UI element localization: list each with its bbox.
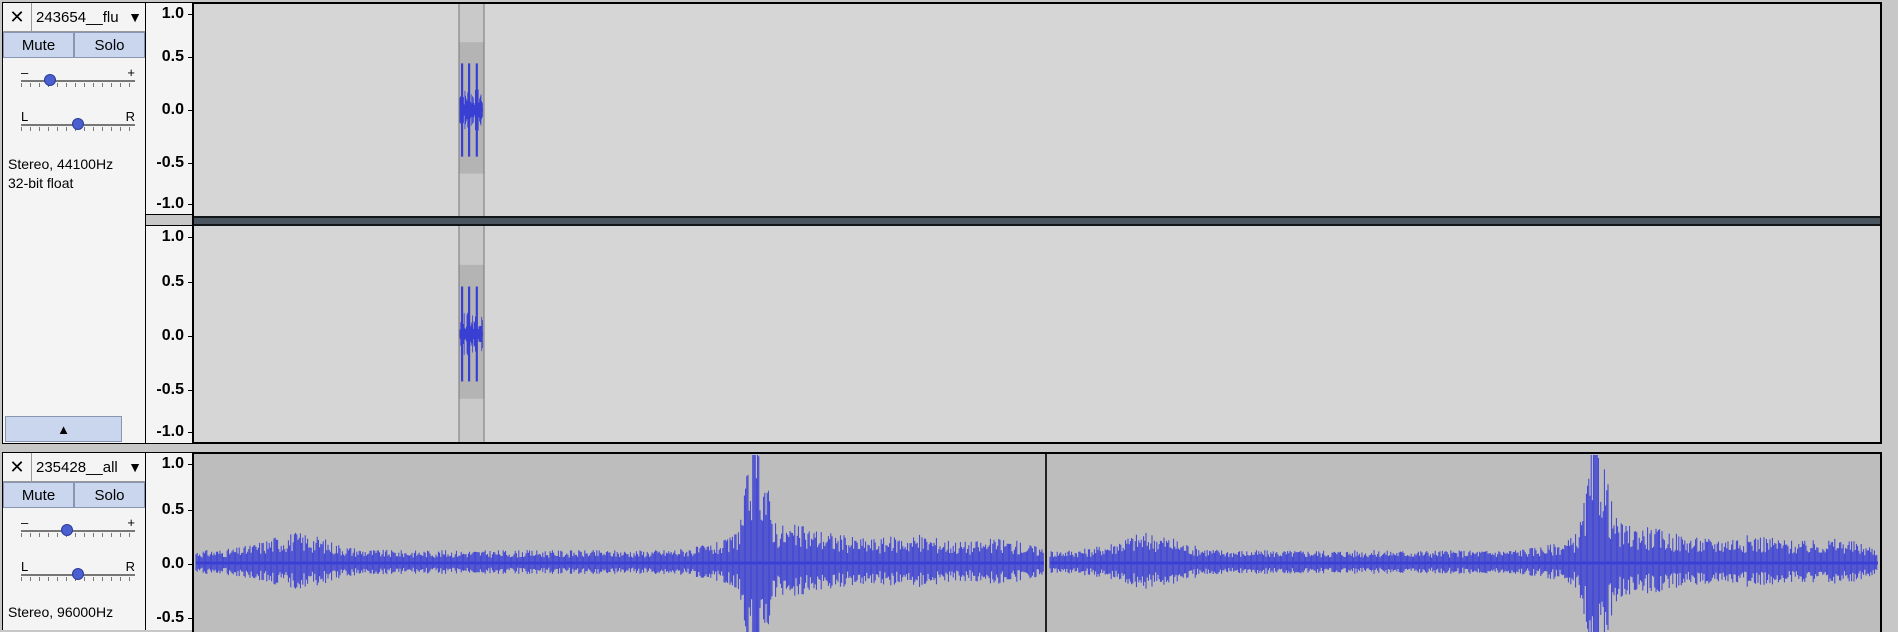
mute-button[interactable]: Mute (3, 482, 74, 508)
track-1-format-info: Stereo, 44100Hz 32-bit float (8, 156, 114, 191)
ruler-tick: 0.0 (148, 101, 192, 119)
pan-slider[interactable]: L R (21, 109, 135, 137)
track-1-waveform-area[interactable] (192, 2, 1882, 444)
ruler-tick: 0.5 (148, 48, 192, 66)
ruler-tick: -0.5 (148, 154, 192, 172)
ruler-tick: 1.0 (148, 5, 192, 23)
track-1-control-panel[interactable]: ✕ 243654__flu ▼ Mute Solo – + L R Stereo… (2, 2, 146, 444)
gain-slider[interactable]: – + (21, 65, 135, 93)
track-2-control-panel[interactable]: ✕ 235428__all ▼ Mute Solo – + L R Stereo… (2, 452, 146, 630)
pan-right-label: R (125, 559, 135, 574)
gain-knob[interactable] (60, 524, 73, 536)
ruler-tick: 1.0 (148, 228, 192, 246)
solo-button[interactable]: Solo (74, 32, 145, 58)
track-1-name-menu[interactable]: 243654__flu (32, 3, 125, 31)
pan-knob[interactable] (72, 568, 84, 580)
gain-rail (21, 80, 135, 82)
pan-left-label: L (21, 559, 29, 574)
track-2-title-bar: ✕ 235428__all ▼ (3, 453, 145, 482)
ruler-tick: -0.5 (148, 381, 192, 399)
track-2: ✕ 235428__all ▼ Mute Solo – + L R Stereo… (0, 452, 1882, 632)
waveform-clip-2 (1049, 455, 1878, 632)
track-2-button-row: Mute Solo (3, 482, 145, 508)
track-1-waveform-svg (194, 4, 1880, 442)
mute-button[interactable]: Mute (3, 32, 74, 58)
gain-ticks (21, 533, 135, 537)
pan-left-label: L (21, 109, 29, 124)
gain-knob[interactable] (43, 74, 56, 86)
collapse-arrow-icon: ▲ (57, 421, 70, 437)
track-1-ch2-amplitude-ruler: 1.0 0.5 0.0 -0.5 -1.0 (146, 225, 192, 444)
gain-rail (21, 530, 135, 532)
ruler-tick: -1.0 (148, 423, 192, 441)
track-1-title-bar: ✕ 243654__flu ▼ (3, 3, 145, 32)
solo-button[interactable]: Solo (74, 482, 145, 508)
gain-plus-label: + (127, 65, 135, 80)
dropdown-arrow-icon[interactable]: ▼ (125, 453, 145, 481)
pan-slider[interactable]: L R (21, 559, 135, 587)
ruler-tick: 0.5 (148, 273, 192, 291)
ruler-tick: 0.0 (148, 555, 192, 573)
track-2-waveform-area[interactable] (192, 452, 1882, 632)
close-icon[interactable]: ✕ (3, 3, 32, 31)
gain-minus-label: – (21, 515, 29, 530)
track-2-waveform-svg (195, 454, 1878, 632)
track-1: ✕ 243654__flu ▼ Mute Solo – + L R Stereo… (0, 0, 1882, 446)
collapse-track-button[interactable]: ▲ (5, 416, 122, 442)
pan-right-label: R (125, 109, 135, 124)
gain-ticks (21, 83, 135, 87)
gain-plus-label: + (127, 515, 135, 530)
track-1-button-row: Mute Solo (3, 32, 145, 58)
close-icon[interactable]: ✕ (3, 453, 32, 481)
track-2-name: 235428__all (36, 458, 118, 476)
track-2-name-menu[interactable]: 235428__all (32, 453, 125, 481)
track-2-ch1-amplitude-ruler: 1.0 0.5 0.0 -0.5 (146, 452, 192, 630)
track-2-format-info: Stereo, 96000Hz (8, 604, 114, 620)
pan-knob[interactable] (72, 118, 84, 130)
waveform-clip-1 (195, 455, 1044, 632)
dropdown-arrow-icon[interactable]: ▼ (125, 3, 145, 31)
ruler-tick: -1.0 (148, 195, 192, 213)
ruler-tick: -0.5 (148, 609, 192, 627)
track-1-name: 243654__flu (36, 8, 119, 26)
ruler-tick: 0.5 (148, 501, 192, 519)
gain-slider[interactable]: – + (21, 515, 135, 543)
ruler-tick: 0.0 (148, 327, 192, 345)
ruler-tick: 1.0 (148, 455, 192, 473)
gain-minus-label: – (21, 65, 29, 80)
track-1-ch1-amplitude-ruler: 1.0 0.5 0.0 -0.5 -1.0 (146, 2, 192, 215)
